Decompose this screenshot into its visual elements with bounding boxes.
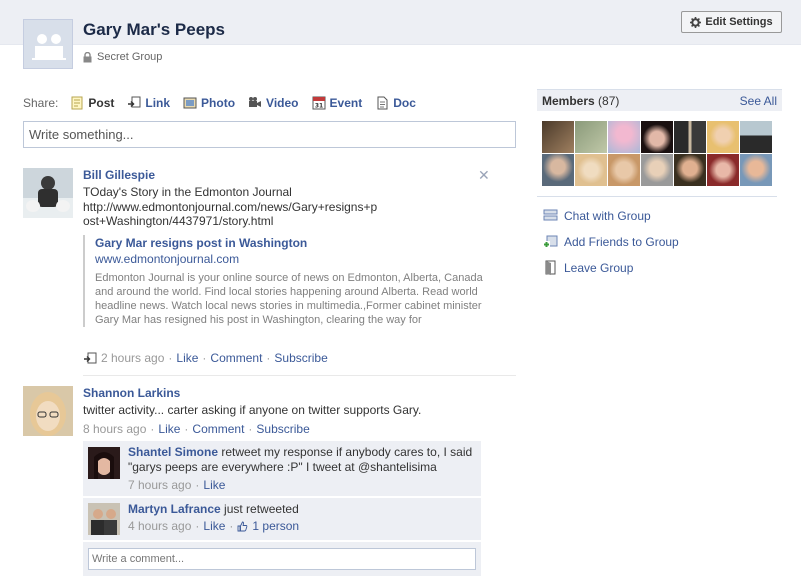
comment-item: Shantel Simone retweet my response if an… — [83, 441, 481, 497]
thumbs-up-icon — [237, 521, 248, 532]
story-time: 8 hours ago — [83, 422, 147, 436]
comment-author[interactable]: Shantel Simone — [128, 445, 218, 459]
svg-text:31: 31 — [314, 103, 322, 110]
chat-with-group-link[interactable]: Chat with Group — [543, 208, 651, 223]
member-avatar[interactable] — [641, 154, 673, 186]
photo-icon — [183, 97, 197, 109]
share-doc-tab[interactable]: Doc — [375, 96, 416, 110]
comment-avatar-shantel[interactable] — [88, 447, 120, 479]
avatar-image — [88, 447, 120, 479]
share-post-tab[interactable]: Post — [70, 96, 114, 110]
likes-count-link[interactable]: 1 person — [252, 519, 299, 534]
share-photo-tab[interactable]: Photo — [183, 96, 235, 110]
leave-door-icon — [545, 260, 556, 275]
avatar-image — [23, 168, 73, 218]
comment-text: just retweeted — [224, 502, 299, 516]
comment-time: 4 hours ago — [128, 519, 192, 533]
write-something-input[interactable]: Write something... — [23, 121, 516, 148]
story-url-line1[interactable]: http://www.edmontonjournal.com/news/Gary… — [83, 200, 377, 215]
link-attachment: Gary Mar resigns post in Washington www.… — [83, 235, 503, 327]
member-avatar[interactable] — [674, 121, 706, 153]
like-link[interactable]: Like — [176, 351, 198, 365]
hide-story-close-icon[interactable]: ✕ — [478, 167, 490, 184]
members-grid — [542, 121, 772, 186]
share-label: Share: — [23, 96, 59, 110]
subscribe-link[interactable]: Subscribe — [274, 351, 327, 365]
avatar-image — [23, 386, 73, 436]
member-avatar[interactable] — [707, 154, 739, 186]
member-avatar[interactable] — [608, 154, 640, 186]
member-avatar[interactable] — [575, 154, 607, 186]
avatar-image — [88, 503, 120, 535]
member-avatar[interactable] — [608, 121, 640, 153]
comment-meta: 4 hours ago · Like · 1 person — [128, 519, 300, 534]
attachment-source[interactable]: www.edmontonjournal.com — [95, 251, 503, 267]
group-people-icon — [31, 29, 67, 61]
story-actor-bill[interactable]: Bill Gillespie — [83, 168, 155, 182]
story-divider — [83, 375, 516, 376]
link-share-icon — [84, 352, 97, 363]
add-friends-icon — [543, 235, 558, 248]
member-avatar[interactable] — [575, 121, 607, 153]
avatar-shannon-larkins[interactable] — [23, 386, 73, 436]
edit-settings-button[interactable]: Edit Settings — [681, 11, 782, 33]
comment-author[interactable]: Martyn Lafrance — [128, 502, 221, 516]
subscribe-link[interactable]: Subscribe — [256, 422, 309, 436]
leave-group-link[interactable]: Leave Group — [543, 260, 633, 275]
comment-time: 7 hours ago — [128, 478, 192, 492]
group-privacy: Secret Group — [83, 51, 162, 63]
comment-like-link[interactable]: Like — [203, 478, 225, 493]
avatar-bill-gillespie[interactable] — [23, 168, 73, 218]
comment-link[interactable]: Comment — [192, 422, 244, 436]
lock-icon — [83, 51, 92, 62]
share-video-tab[interactable]: Video — [248, 96, 299, 110]
write-comment-input[interactable]: Write a comment... — [88, 548, 476, 570]
sidebar-divider — [537, 196, 777, 197]
members-header: Members (87) See All — [537, 89, 782, 111]
add-friends-to-group-link[interactable]: Add Friends to Group — [543, 234, 679, 249]
share-link-tab[interactable]: Link — [127, 96, 170, 110]
group-title: Gary Mar's Peeps — [83, 20, 226, 39]
comment-body: Shantel Simone retweet my response if an… — [128, 445, 478, 493]
member-avatar[interactable] — [740, 154, 772, 186]
share-bar: Share: Post Link Photo Video 31 Event Do… — [23, 94, 429, 112]
comment-meta: 7 hours ago · Like — [128, 478, 226, 493]
link-icon — [128, 96, 141, 108]
group-picture[interactable] — [23, 19, 73, 69]
comment-link[interactable]: Comment — [210, 351, 262, 365]
share-event-tab[interactable]: 31 Event — [312, 96, 362, 110]
story-message: TOday's Story in the Edmonton Journal — [83, 185, 292, 199]
member-avatar[interactable] — [740, 121, 772, 153]
member-avatar[interactable] — [641, 121, 673, 153]
comment-like-link[interactable]: Like — [203, 519, 225, 534]
comment-body: Martyn Lafrance just retweeted 4 hours a… — [128, 502, 478, 534]
comment-item: Martyn Lafrance just retweeted 4 hours a… — [83, 498, 481, 541]
story-meta-1: 2 hours ago · Like · Comment · Subscribe — [83, 351, 328, 365]
edit-settings-label: Edit Settings — [705, 16, 773, 28]
privacy-label: Secret Group — [97, 51, 163, 63]
story-message: twitter activity... carter asking if any… — [83, 403, 422, 417]
story-meta-2: 8 hours ago · Like · Comment · Subscribe — [83, 422, 310, 436]
chat-icon — [543, 209, 558, 221]
comment-avatar-martyn[interactable] — [88, 503, 120, 535]
event-icon: 31 — [312, 96, 326, 110]
sidebar: Members (87) See All Chat with Group Add… — [537, 89, 782, 275]
attachment-description: Edmonton Journal is your online source o… — [95, 272, 483, 326]
like-link[interactable]: Like — [158, 422, 180, 436]
see-all-link[interactable]: See All — [740, 94, 777, 108]
story-url-line2[interactable]: ost+Washington/4437971/story.html — [83, 214, 273, 229]
video-icon — [249, 97, 262, 107]
story-time: 2 hours ago — [101, 351, 165, 365]
member-avatar[interactable] — [707, 121, 739, 153]
story-actor-shannon[interactable]: Shannon Larkins — [83, 386, 180, 400]
members-count: (87) — [598, 93, 620, 108]
member-avatar[interactable] — [674, 154, 706, 186]
member-avatar[interactable] — [542, 154, 574, 186]
gear-icon — [690, 16, 702, 28]
attachment-title[interactable]: Gary Mar resigns post in Washington — [95, 235, 503, 251]
doc-icon — [377, 96, 388, 110]
post-icon — [71, 96, 83, 110]
member-avatar[interactable] — [542, 121, 574, 153]
members-title: Members (87) — [542, 93, 620, 108]
